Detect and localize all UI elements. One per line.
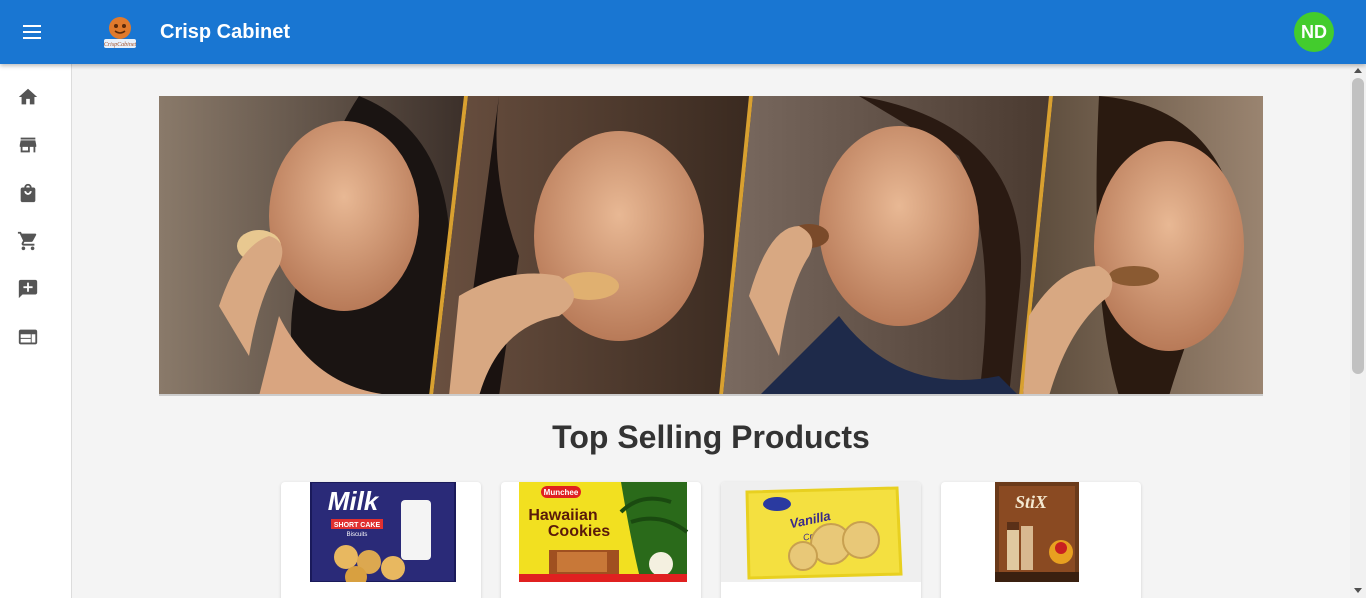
sidebar-item-web[interactable]: [8, 317, 48, 357]
menu-button[interactable]: [12, 12, 52, 52]
scrollbar-thumb[interactable]: [1352, 78, 1364, 374]
product-image: Vanilla Cream: [721, 482, 921, 582]
sidebar-item-store[interactable]: [8, 125, 48, 165]
feedback-icon: [18, 279, 38, 299]
sidebar-item-home[interactable]: [8, 77, 48, 117]
web-layout-icon: [18, 329, 38, 345]
product-pack-sub2: Biscuits: [347, 532, 368, 538]
sidebar-item-feedback[interactable]: [8, 269, 48, 309]
menu-icon: [23, 25, 41, 39]
main-content: Top Selling Products Milk SHORT CAKE Bis…: [72, 64, 1350, 598]
page-scrollbar[interactable]: [1350, 64, 1366, 598]
scroll-down-arrow-icon[interactable]: [1354, 588, 1362, 593]
product-pack-brand: Munchee: [544, 488, 579, 497]
product-pack-title: StiX: [1015, 492, 1048, 512]
hero-banner[interactable]: [159, 96, 1263, 396]
user-avatar[interactable]: ND: [1294, 12, 1334, 52]
sidebar-item-cart[interactable]: [8, 221, 48, 261]
sidebar-item-bag[interactable]: [8, 173, 48, 213]
shopping-bag-icon: [20, 183, 36, 203]
scroll-up-arrow-icon[interactable]: [1354, 68, 1362, 73]
sidebar: [0, 64, 72, 598]
product-pack-title: Hawaiian: [528, 507, 597, 524]
product-image: StiX: [995, 482, 1079, 582]
cart-icon: [17, 231, 37, 251]
product-pack-sub: SHORT CAKE: [334, 522, 381, 529]
app-bar: CrispCabinet Crisp Cabinet ND: [0, 0, 1366, 64]
logo-caption: CrispCabinet: [104, 42, 137, 48]
product-pack-title2: Cookies: [548, 523, 610, 540]
app-title[interactable]: Crisp Cabinet: [160, 21, 290, 44]
section-title: Top Selling Products: [552, 419, 870, 455]
brand-logo[interactable]: CrispCabinet: [100, 12, 140, 52]
product-card[interactable]: StiX: [941, 482, 1141, 598]
hero-banner-image: [159, 96, 1263, 394]
home-icon: [18, 88, 38, 105]
product-image: Munchee Hawaiian Cookies: [519, 482, 689, 582]
product-card[interactable]: Munchee Hawaiian Cookies: [501, 482, 701, 598]
product-pack-title: Milk: [328, 486, 380, 516]
store-icon: [19, 137, 37, 153]
product-card[interactable]: Vanilla Cream: [721, 482, 921, 598]
product-card[interactable]: Milk SHORT CAKE Biscuits: [281, 482, 481, 598]
product-image: Milk SHORT CAKE Biscuits: [310, 482, 456, 588]
